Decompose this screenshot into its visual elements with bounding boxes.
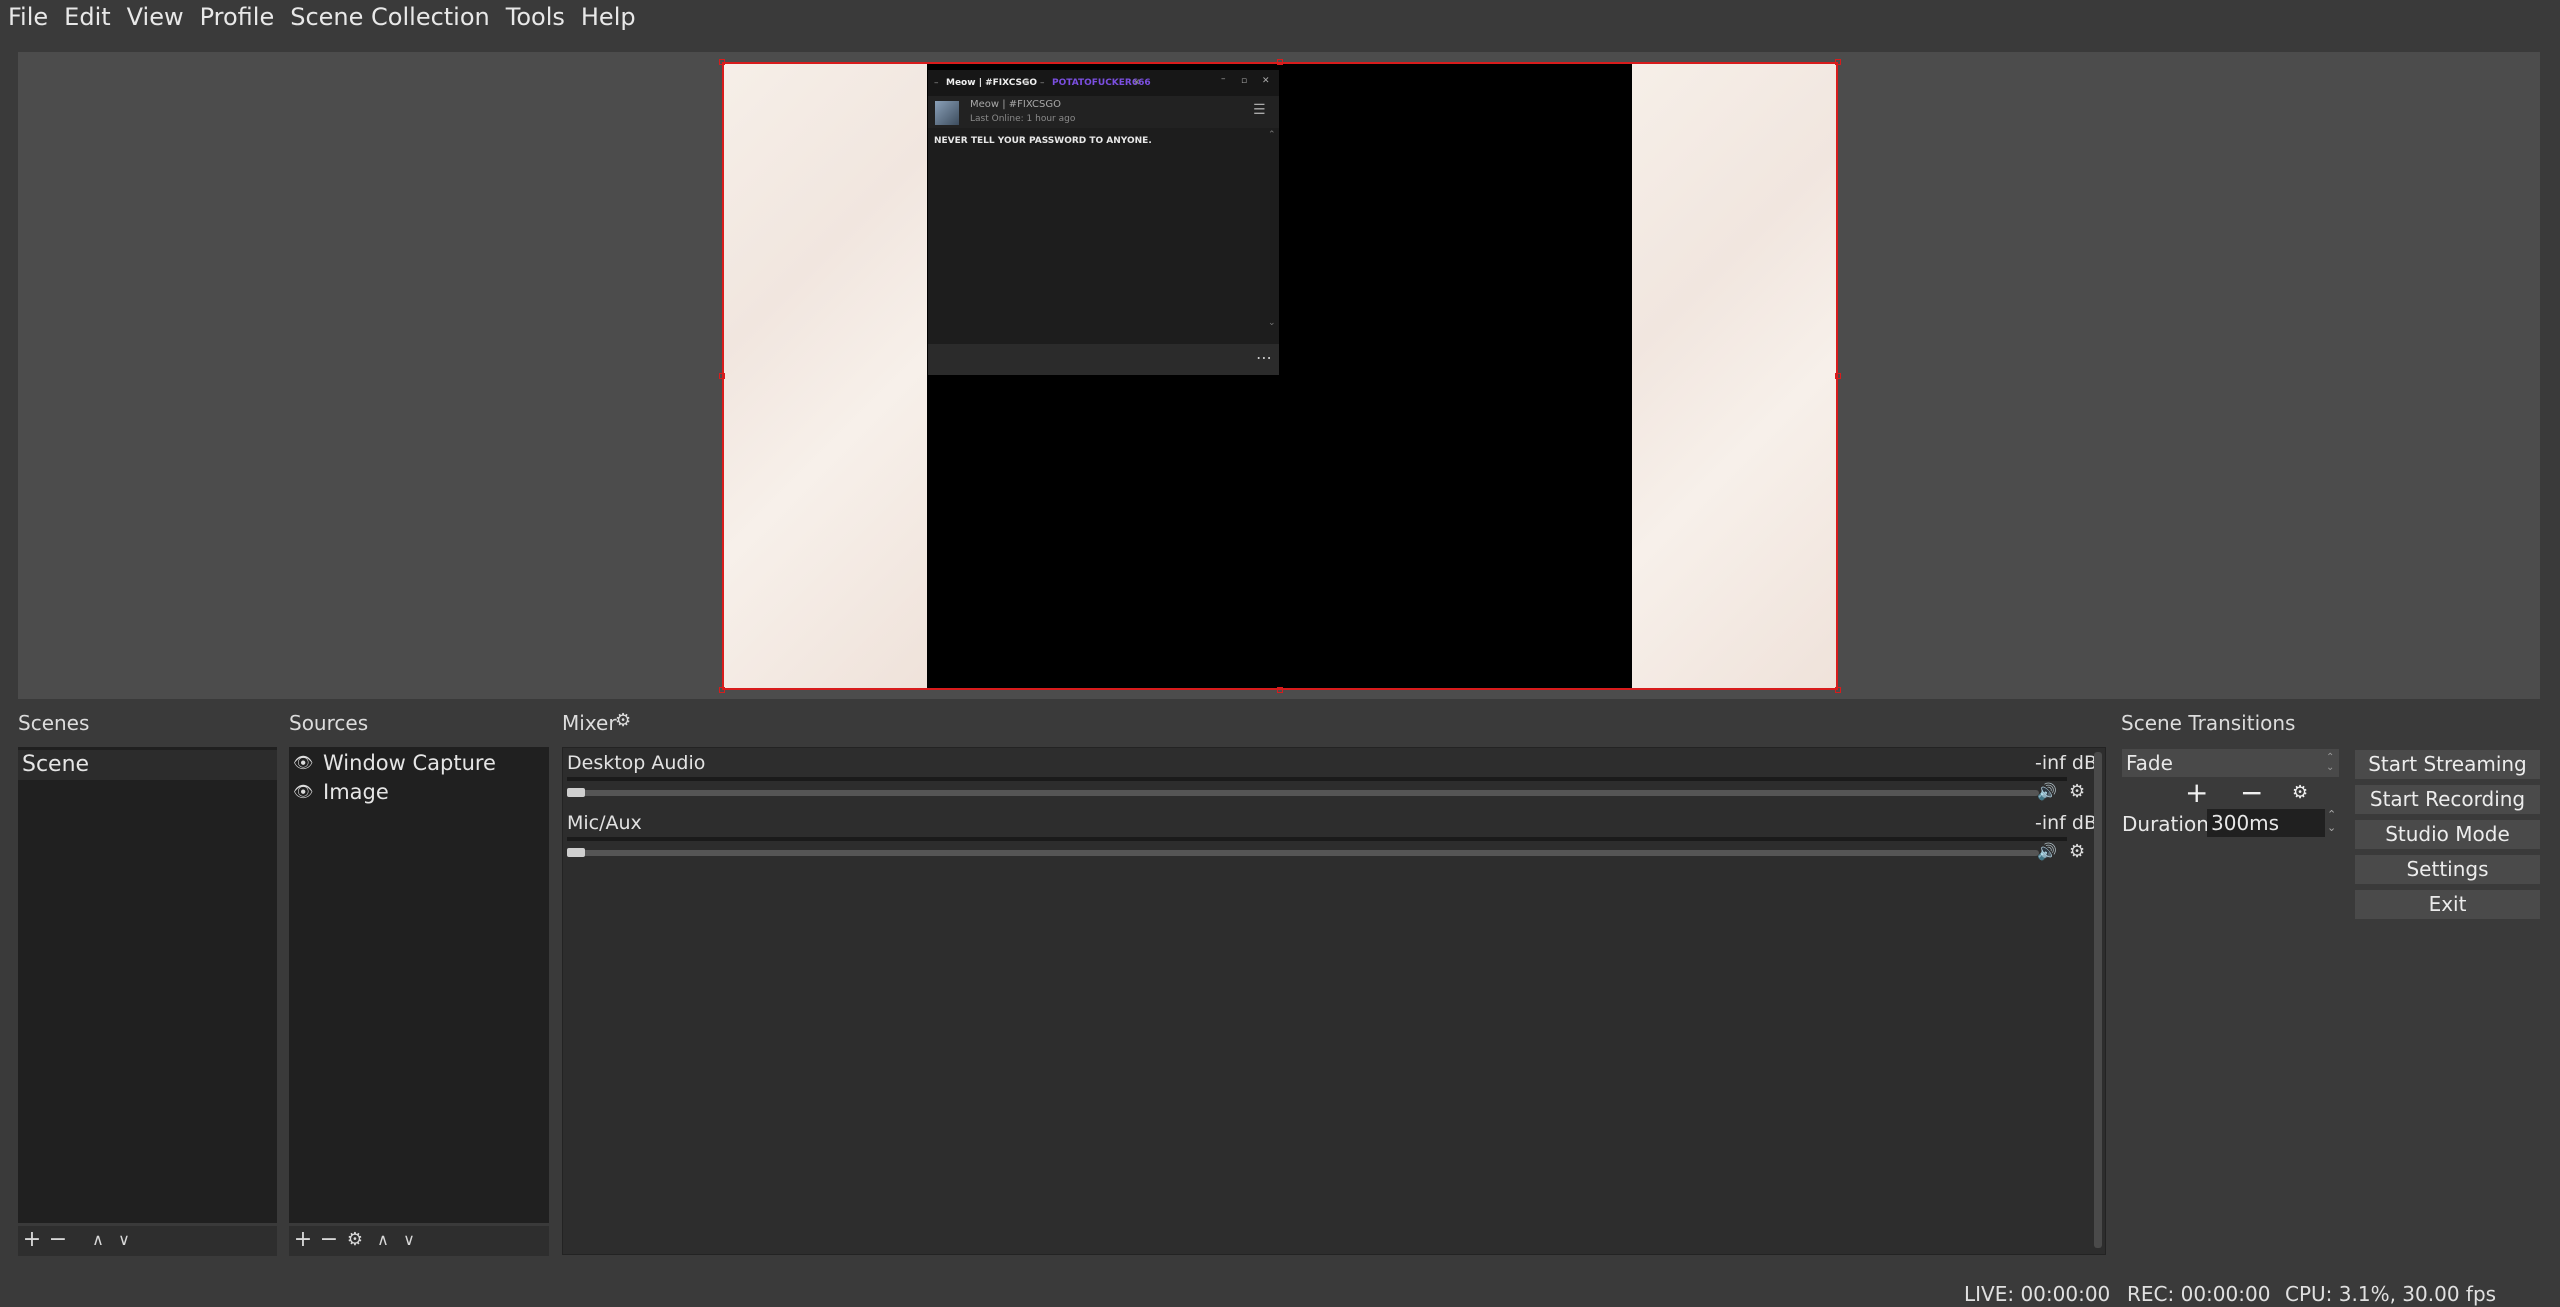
volume-meter xyxy=(567,837,2067,841)
menu-profile[interactable]: Profile xyxy=(192,0,283,34)
live-status: LIVE: 00:00:00 xyxy=(1964,1282,2111,1306)
channel-level: -inf dB xyxy=(2035,752,2098,774)
scenes-toolbar: + − ∧ ∨ xyxy=(18,1226,277,1256)
volume-slider[interactable] xyxy=(569,790,2039,796)
settings-button[interactable]: Settings xyxy=(2354,854,2541,885)
cpu-status: CPU: 3.1%, 30.00 fps xyxy=(2285,1282,2497,1306)
window-capture-source[interactable]: – Meow | #FIXCSGO ✕ – POTATOFUCKER666 ✕ … xyxy=(928,70,1279,375)
channel-name: Mic/Aux xyxy=(567,812,642,834)
stepper-arrows-icon[interactable]: ⌃ ⌄ xyxy=(2327,808,2336,834)
chat-tab-dash-icon: – xyxy=(934,78,939,88)
studio-mode-button[interactable]: Studio Mode xyxy=(2354,819,2541,850)
scenes-list[interactable]: Scene xyxy=(18,747,277,1223)
chat-input-bar: ⋯ xyxy=(928,344,1279,375)
source-item-window-capture[interactable]: 👁 Window Capture xyxy=(289,748,549,778)
chat-header: Meow | #FIXCSGO Last Online: 1 hour ago … xyxy=(928,96,1279,128)
volume-slider-knob[interactable] xyxy=(567,788,585,797)
gear-icon[interactable]: ⚙ xyxy=(2292,782,2308,803)
move-source-down-button[interactable]: ∨ xyxy=(397,1228,421,1252)
remove-transition-button[interactable]: − xyxy=(2240,778,2263,808)
speaker-icon[interactable]: 🔊 xyxy=(2037,842,2057,861)
remove-scene-button[interactable]: − xyxy=(46,1228,70,1252)
speaker-icon[interactable]: 🔊 xyxy=(2037,782,2057,801)
menu-scene-collection[interactable]: Scene Collection xyxy=(282,0,498,34)
scroll-down-icon: ⌄ xyxy=(1268,318,1276,328)
duration-value: 300ms xyxy=(2211,811,2280,835)
minimize-icon: – xyxy=(1221,74,1226,84)
scene-item[interactable]: Scene xyxy=(18,750,277,780)
gear-icon[interactable]: ⚙ xyxy=(343,1228,367,1252)
close-icon: ✕ xyxy=(1262,76,1270,86)
menu-tools[interactable]: Tools xyxy=(498,0,573,34)
resize-handle[interactable] xyxy=(719,687,725,693)
move-scene-up-button[interactable]: ∧ xyxy=(86,1228,110,1252)
volume-slider[interactable] xyxy=(569,850,2039,856)
hamburger-menu-icon: ☰ xyxy=(1253,102,1266,118)
maximize-icon: ▫ xyxy=(1241,76,1248,86)
preview-canvas[interactable] xyxy=(722,62,1838,690)
volume-slider-knob[interactable] xyxy=(567,848,585,857)
resize-handle[interactable] xyxy=(1277,59,1283,65)
image-source-right xyxy=(1632,62,1838,690)
sources-list[interactable]: 👁 Window Capture 👁 Image xyxy=(289,747,549,1223)
exit-button[interactable]: Exit xyxy=(2354,889,2541,920)
transition-select[interactable]: Fade ⌃ ⌄ xyxy=(2121,748,2340,778)
add-scene-button[interactable]: + xyxy=(20,1228,44,1252)
image-source-left xyxy=(722,62,927,690)
mixer-scrollbar[interactable] xyxy=(2094,752,2102,1248)
gear-icon[interactable]: ⚙ xyxy=(615,710,631,731)
resize-handle[interactable] xyxy=(719,373,725,379)
mixer-title: Mixer xyxy=(562,711,617,735)
menu-bar: File Edit View Profile Scene Collection … xyxy=(0,0,2560,34)
sources-toolbar: + − ⚙ ∧ ∨ xyxy=(289,1226,549,1256)
scene-transitions-title: Scene Transitions xyxy=(2121,711,2296,735)
resize-handle[interactable] xyxy=(1835,59,1841,65)
rec-status: REC: 00:00:00 xyxy=(2127,1282,2271,1306)
source-item-image[interactable]: 👁 Image xyxy=(289,777,549,807)
gear-icon[interactable]: ⚙ xyxy=(2069,781,2085,802)
duration-input[interactable]: 300ms xyxy=(2207,809,2325,837)
menu-edit[interactable]: Edit xyxy=(56,0,118,34)
mixer-panel: Desktop Audio -inf dB 🔊 ⚙ Mic/Aux -inf d… xyxy=(562,747,2106,1255)
resize-handle[interactable] xyxy=(1277,687,1283,693)
volume-meter xyxy=(567,777,2067,781)
eye-icon[interactable]: 👁 xyxy=(293,777,313,807)
resize-handle[interactable] xyxy=(719,59,725,65)
channel-name: Desktop Audio xyxy=(567,752,706,774)
resize-handle[interactable] xyxy=(1835,687,1841,693)
chat-tab-bar: – Meow | #FIXCSGO ✕ – POTATOFUCKER666 ✕ … xyxy=(928,70,1279,96)
menu-view[interactable]: View xyxy=(119,0,192,34)
avatar xyxy=(935,101,959,125)
scenes-title: Scenes xyxy=(18,711,90,735)
add-transition-button[interactable]: + xyxy=(2185,778,2208,808)
menu-file[interactable]: File xyxy=(0,0,56,34)
transition-value: Fade xyxy=(2126,751,2173,775)
eye-icon[interactable]: 👁 xyxy=(293,748,313,778)
source-label: Image xyxy=(323,780,389,804)
contact-status: Last Online: 1 hour ago xyxy=(970,114,1076,124)
gear-icon[interactable]: ⚙ xyxy=(2069,841,2085,862)
close-icon: ✕ xyxy=(1022,78,1030,88)
contact-name: Meow | #FIXCSGO xyxy=(970,99,1061,110)
remove-source-button[interactable]: − xyxy=(317,1228,341,1252)
more-icon: ⋯ xyxy=(1256,348,1272,367)
channel-level: -inf dB xyxy=(2035,812,2098,834)
start-recording-button[interactable]: Start Recording xyxy=(2354,784,2541,815)
chat-tab-dash-icon: – xyxy=(1040,78,1045,88)
close-icon: ✕ xyxy=(1133,78,1141,88)
scroll-up-icon: ⌃ xyxy=(1268,130,1276,140)
start-streaming-button[interactable]: Start Streaming xyxy=(2354,749,2541,780)
source-label: Window Capture xyxy=(323,751,496,775)
sources-title: Sources xyxy=(289,711,369,735)
menu-help[interactable]: Help xyxy=(573,0,644,34)
resize-handle[interactable] xyxy=(1835,373,1841,379)
move-source-up-button[interactable]: ∧ xyxy=(371,1228,395,1252)
add-source-button[interactable]: + xyxy=(291,1228,315,1252)
move-scene-down-button[interactable]: ∨ xyxy=(112,1228,136,1252)
duration-label: Duration xyxy=(2122,812,2209,836)
chevron-updown-icon: ⌃ ⌄ xyxy=(2326,752,2335,773)
chat-message: NEVER TELL YOUR PASSWORD TO ANYONE. xyxy=(934,136,1152,146)
